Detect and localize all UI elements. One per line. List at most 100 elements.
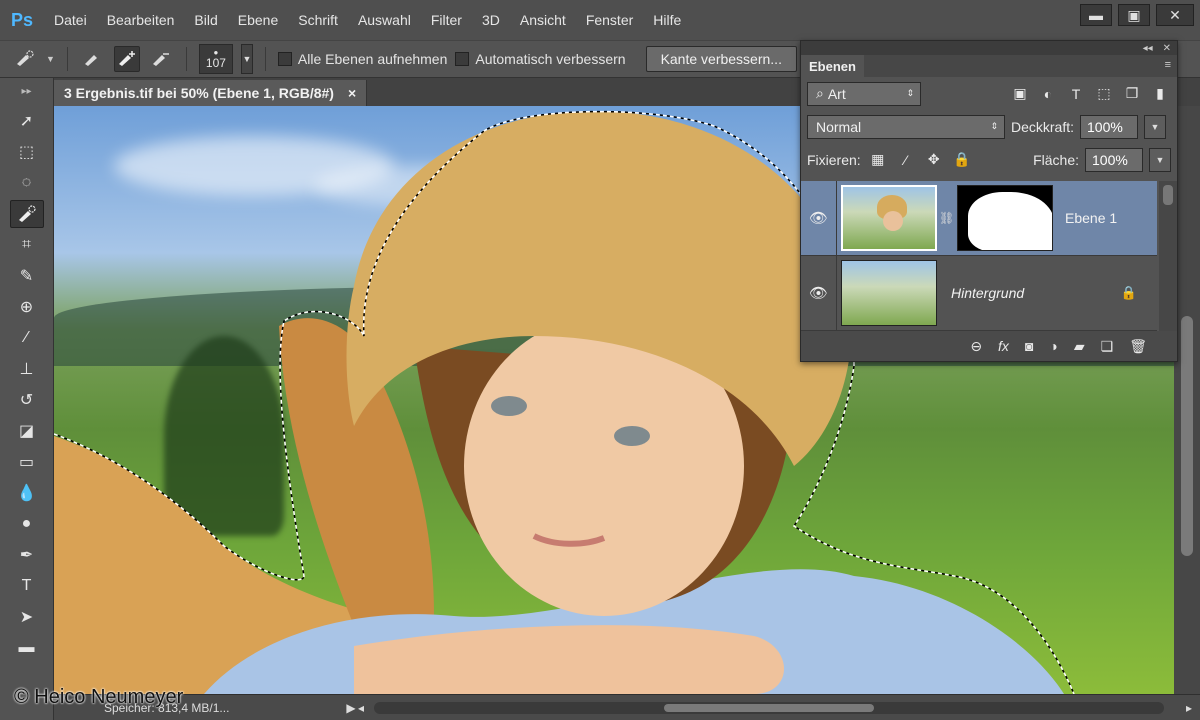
rectangle-tool-icon[interactable]: ▬ — [10, 634, 44, 662]
filter-kind-select[interactable]: ⌕ Art ⇕ — [807, 81, 921, 106]
scroll-right-arrow-icon[interactable]: ▸ — [1186, 701, 1192, 715]
close-tab-icon[interactable]: × — [348, 85, 356, 101]
subtract-from-selection-brush-icon[interactable] — [148, 46, 174, 72]
brush-size-field[interactable]: ● 107 — [198, 44, 233, 74]
layer-thumbnail[interactable] — [841, 185, 937, 251]
all-layers-checkbox[interactable]: Alle Ebenen aufnehmen — [277, 51, 447, 67]
status-menu-arrow-icon[interactable]: ▶ — [344, 701, 358, 715]
lock-label: Fixieren: — [807, 151, 861, 168]
opacity-label: Deckkraft: — [1011, 118, 1075, 135]
eye-left — [491, 396, 527, 416]
eraser-tool-icon[interactable]: ◪ — [10, 417, 44, 445]
maximize-button[interactable]: ▣ — [1118, 4, 1150, 26]
close-panel-icon[interactable]: ✕ — [1163, 43, 1171, 54]
blend-mode-select[interactable]: Normal ⇕ — [807, 114, 1005, 139]
crop-tool-icon[interactable]: ⌗ — [10, 231, 44, 259]
layers-scroll-thumb[interactable] — [1163, 185, 1173, 205]
blur-tool-icon[interactable]: 💧 — [10, 479, 44, 507]
lock-all-icon[interactable]: 🔒 — [951, 151, 973, 168]
healing-brush-tool-icon[interactable]: ⊕ — [10, 293, 44, 321]
tab-layers[interactable]: Ebenen — [801, 55, 864, 77]
lock-position-icon[interactable]: ✥ — [923, 151, 945, 168]
layer-name[interactable]: Hintergrund — [951, 285, 1024, 301]
filter-shape-icon[interactable]: ⬚ — [1093, 85, 1115, 102]
horizontal-scroll-thumb[interactable] — [664, 704, 874, 712]
layer-row-ebene-1[interactable]: 👁 ⛓ Ebene 1 — [801, 180, 1157, 256]
mask-icon[interactable]: ◙ — [1025, 338, 1033, 354]
visibility-eye-icon[interactable]: 👁 — [801, 255, 837, 331]
fill-dropdown-icon[interactable]: ▼ — [1149, 147, 1171, 172]
opacity-dropdown-icon[interactable]: ▼ — [1144, 114, 1167, 139]
menu-ansicht[interactable]: Ansicht — [510, 0, 576, 40]
filter-smart-object-icon[interactable]: ❐ — [1121, 85, 1143, 102]
lasso-tool-icon[interactable]: ◌ — [10, 169, 44, 197]
brush-size-dropdown-icon[interactable]: ▼ — [240, 44, 253, 74]
menu-bild[interactable]: Bild — [184, 0, 227, 40]
separator — [264, 47, 266, 71]
menu-auswahl[interactable]: Auswahl — [348, 0, 421, 40]
opacity-field[interactable]: 100% — [1080, 114, 1139, 139]
scroll-left-arrow-icon[interactable]: ◂ — [358, 701, 364, 715]
clone-stamp-tool-icon[interactable]: ⊥ — [10, 355, 44, 383]
panel-grip-icon[interactable]: ▸▸ — [0, 78, 53, 104]
menu-datei[interactable]: Datei — [44, 0, 97, 40]
trash-icon[interactable]: 🗑 — [1129, 338, 1147, 355]
close-button[interactable]: ✕ — [1156, 4, 1194, 26]
checkbox-box[interactable] — [277, 52, 292, 66]
gradient-tool-icon[interactable]: ▭ — [10, 448, 44, 476]
minimize-button[interactable]: ▬ — [1080, 4, 1112, 26]
filter-type-icon[interactable]: T — [1065, 86, 1087, 102]
menu-schrift[interactable]: Schrift — [288, 0, 348, 40]
eyedropper-tool-icon[interactable]: ✎ — [10, 262, 44, 290]
brush-tool-icon[interactable]: ⁄ — [10, 324, 44, 352]
fx-icon[interactable]: fx — [998, 338, 1009, 354]
lock-transparency-icon[interactable]: ▦ — [867, 151, 889, 168]
folder-icon[interactable]: ▰ — [1074, 338, 1085, 355]
menu-bearbeiten[interactable]: Bearbeiten — [97, 0, 185, 40]
preset-dropdown-arrow-icon[interactable]: ▼ — [46, 54, 55, 64]
type-tool-icon[interactable]: T — [10, 572, 44, 600]
fill-field[interactable]: 100% — [1085, 147, 1143, 172]
vertical-scroll-thumb[interactable] — [1181, 316, 1193, 556]
menu-hilfe[interactable]: Hilfe — [643, 0, 691, 40]
filter-toggle-icon[interactable]: ▮ — [1149, 85, 1171, 102]
menu-ebene[interactable]: Ebene — [228, 0, 288, 40]
visibility-eye-icon[interactable]: 👁 — [801, 180, 837, 256]
path-selection-tool-icon[interactable]: ➤ — [10, 603, 44, 631]
new-selection-brush-icon[interactable] — [80, 46, 106, 72]
panel-menu-icon[interactable]: ≡ — [1165, 59, 1171, 71]
mask-link-icon[interactable]: ⛓ — [939, 211, 954, 225]
quick-selection-tool-icon[interactable] — [9, 200, 44, 228]
new-layer-icon[interactable]: ❏ — [1101, 338, 1114, 355]
panel-header: ◂◂ ✕ — [801, 41, 1177, 55]
history-brush-tool-icon[interactable]: ↺ — [10, 386, 44, 414]
filter-adjustment-icon[interactable]: ◐ — [1037, 86, 1059, 102]
layer-thumbnail[interactable] — [841, 260, 937, 326]
menu-3d[interactable]: 3D — [472, 0, 510, 40]
layers-scrollbar[interactable] — [1159, 181, 1177, 331]
collapse-panel-icon[interactable]: ◂◂ — [1143, 43, 1153, 54]
auto-enhance-checkbox[interactable]: Automatisch verbessern — [455, 51, 626, 67]
lock-pixels-icon[interactable]: ⁄ — [895, 152, 917, 168]
link-icon[interactable]: ⊖ — [970, 338, 982, 355]
document-tab[interactable]: 3 Ergebnis.tif bei 50% (Ebene 1, RGB/8#)… — [54, 80, 368, 106]
add-to-selection-brush-icon[interactable] — [113, 46, 140, 72]
refine-edge-button[interactable]: Kante verbessern... — [645, 46, 797, 72]
move-tool-icon[interactable]: ➚ — [10, 107, 44, 135]
layer-name[interactable]: Ebene 1 — [1065, 210, 1117, 226]
layer-row-hintergrund[interactable]: 👁 Hintergrund 🔒 — [801, 255, 1157, 331]
layer-mask-thumbnail[interactable] — [957, 185, 1053, 251]
lock-row: Fixieren: ▦ ⁄ ✥ 🔒 Fläche: 100% ▼ — [801, 143, 1177, 176]
menu-filter[interactable]: Filter — [421, 0, 472, 40]
filter-pixel-icon[interactable]: ▣ — [1009, 85, 1031, 102]
filter-row: ⌕ Art ⇕ ▣ ◐ T ⬚ ❐ ▮ — [801, 77, 1177, 110]
marquee-tool-icon[interactable]: ⬚ — [10, 138, 44, 166]
select-arrows-icon: ⇕ — [990, 121, 998, 131]
dodge-tool-icon[interactable]: ● — [10, 510, 44, 538]
menu-fenster[interactable]: Fenster — [576, 0, 643, 40]
quick-selection-preset-icon[interactable] — [12, 46, 38, 72]
adjustment-icon[interactable]: ◑ — [1049, 338, 1057, 354]
checkbox-box[interactable] — [455, 52, 470, 66]
horizontal-scrollbar[interactable] — [374, 702, 1164, 714]
pen-tool-icon[interactable]: ✒ — [10, 541, 44, 569]
